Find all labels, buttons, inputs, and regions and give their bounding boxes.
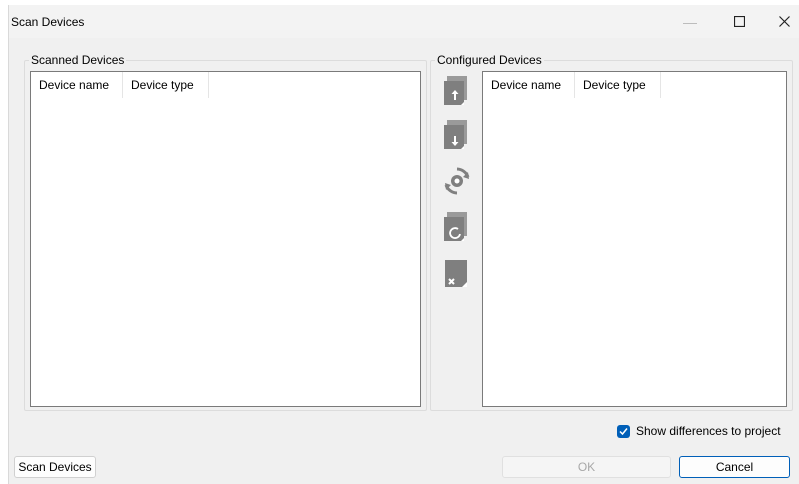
download-device-button[interactable]: [441, 118, 473, 152]
scanned-devices-list[interactable]: Device name Device type: [30, 71, 421, 407]
download-device-icon: [444, 120, 467, 149]
column-header-device-type[interactable]: Device type: [575, 72, 661, 98]
upload-device-icon: [444, 76, 467, 105]
show-differences-label: Show differences to project: [636, 424, 781, 438]
sync-settings-icon: [444, 167, 470, 195]
scanned-devices-group: Scanned Devices Device name Device type: [24, 53, 427, 411]
configured-devices-list[interactable]: Device name Device type: [482, 71, 787, 407]
configured-devices-group: Configured Devices Device name Device ty…: [430, 53, 793, 411]
column-header-device-name[interactable]: Device name: [483, 72, 575, 98]
show-differences-checkbox[interactable]: [617, 424, 630, 438]
sync-settings-button[interactable]: [441, 164, 473, 198]
close-icon[interactable]: [761, 5, 799, 38]
delete-device-icon: [445, 260, 467, 287]
refresh-device-button[interactable]: [441, 210, 473, 244]
scan-devices-button[interactable]: Scan Devices: [14, 456, 96, 478]
scan-devices-dialog: Scan Devices — Scanned Devices Device na…: [8, 5, 799, 484]
scanned-list-header: Device name Device type: [31, 72, 209, 98]
window-title: Scan Devices: [11, 15, 85, 29]
scanned-devices-label: Scanned Devices: [29, 53, 127, 67]
maximize-icon[interactable]: [716, 5, 762, 38]
delete-device-button[interactable]: [441, 256, 473, 290]
configured-list-header: Device name Device type: [483, 72, 661, 98]
upload-device-button[interactable]: [441, 74, 473, 108]
column-header-device-name[interactable]: Device name: [31, 72, 123, 98]
refresh-device-icon: [444, 212, 467, 241]
ok-button[interactable]: OK: [502, 456, 671, 478]
column-header-device-type[interactable]: Device type: [123, 72, 209, 98]
show-differences-option[interactable]: Show differences to project: [617, 424, 781, 438]
title-bar: Scan Devices —: [9, 5, 799, 38]
configured-devices-label: Configured Devices: [435, 53, 544, 67]
cancel-button[interactable]: Cancel: [679, 456, 790, 478]
checkmark-icon: [619, 427, 628, 435]
minimize-icon[interactable]: —: [667, 5, 713, 38]
